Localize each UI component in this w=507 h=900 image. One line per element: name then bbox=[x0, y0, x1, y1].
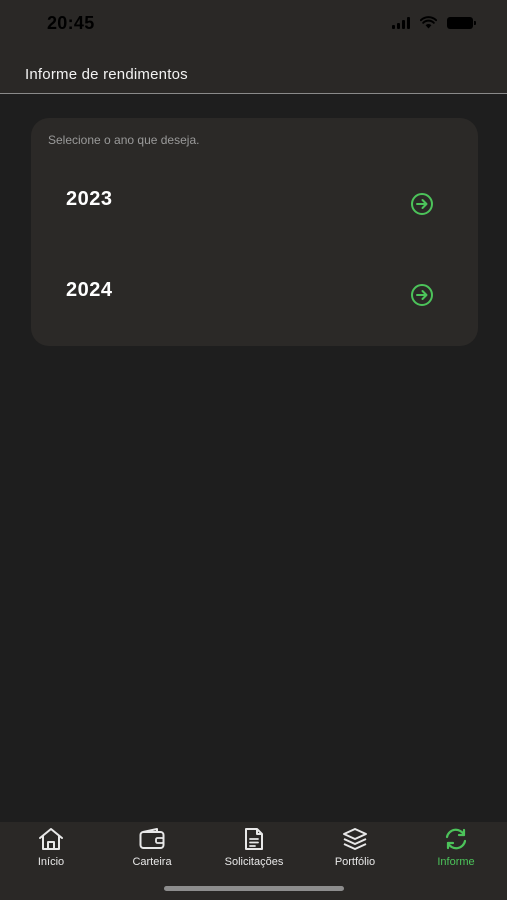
tab-label: Solicitações bbox=[224, 856, 284, 868]
wifi-icon bbox=[420, 16, 437, 29]
year-label: 2023 bbox=[66, 188, 113, 210]
home-indicator[interactable] bbox=[164, 886, 344, 891]
tab-portfolio[interactable]: Portfólio bbox=[305, 822, 405, 878]
wallet-icon bbox=[139, 828, 165, 849]
tab-label: Informe bbox=[437, 856, 475, 868]
header: Informe de rendimentos bbox=[0, 50, 507, 94]
home-icon bbox=[39, 828, 63, 850]
card-hint: Selecione o ano que deseja. bbox=[48, 133, 200, 147]
tab-label: Início bbox=[37, 856, 65, 868]
arrow-right-circle-icon[interactable] bbox=[410, 192, 434, 216]
document-icon bbox=[245, 828, 263, 850]
tab-inicio[interactable]: Início bbox=[1, 822, 101, 878]
year-item-2023[interactable]: 2023 bbox=[31, 180, 478, 240]
screen: 20:45 Informe de rendimentos Selecione o… bbox=[0, 0, 507, 900]
signal-icon bbox=[392, 16, 410, 29]
year-selection-card: Selecione o ano que deseja. 2023 2024 bbox=[31, 118, 478, 346]
tab-carteira[interactable]: Carteira bbox=[102, 822, 202, 878]
status-icons bbox=[392, 16, 476, 29]
layers-icon bbox=[343, 828, 367, 850]
page-title: Informe de rendimentos bbox=[25, 66, 188, 83]
tab-solicitacoes[interactable]: Solicitações bbox=[204, 822, 304, 878]
status-time: 20:45 bbox=[47, 13, 95, 33]
arrow-right-circle-icon[interactable] bbox=[410, 283, 434, 307]
refresh-icon bbox=[445, 828, 467, 850]
year-item-2024[interactable]: 2024 bbox=[31, 271, 478, 331]
tab-label: Portfólio bbox=[334, 856, 376, 868]
year-label: 2024 bbox=[66, 279, 113, 301]
battery-icon bbox=[447, 16, 476, 29]
status-bar: 20:45 bbox=[0, 0, 507, 50]
tab-informe[interactable]: Informe bbox=[406, 822, 506, 878]
tab-label: Carteira bbox=[132, 856, 172, 868]
